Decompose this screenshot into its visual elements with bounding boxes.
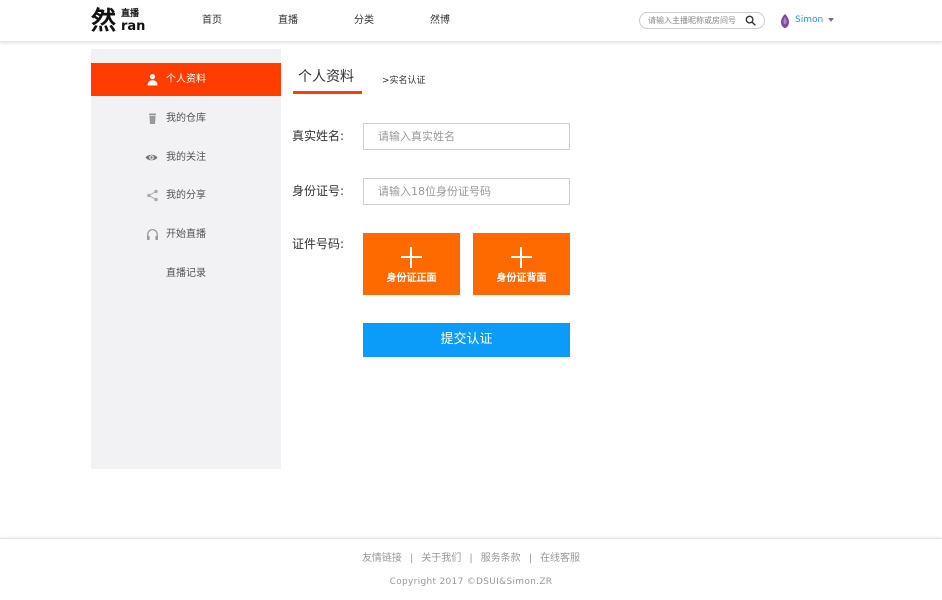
nav-home[interactable]: 首页 — [202, 14, 222, 28]
tab-active-indicator — [293, 91, 362, 94]
doc-label: 证件号码: — [292, 237, 345, 251]
avatar[interactable] — [778, 13, 792, 29]
top-header: 然 直播 ran 首页 直播 分类 然博 Simon — [0, 0, 942, 42]
sidebar-item-label: 个人资料 — [166, 74, 206, 85]
sidebar-item-share[interactable]: 我的分享 — [91, 179, 281, 212]
plus-icon — [520, 247, 522, 268]
footer-link-friends[interactable]: 友情链接 — [362, 552, 402, 566]
logo-main-char: 然 — [91, 6, 117, 35]
sidebar-item-label: 开始直播 — [166, 229, 206, 240]
sidebar-item-label: 我的关注 — [166, 152, 206, 163]
search-box — [639, 12, 765, 29]
plus-icon — [410, 247, 412, 268]
sidebar-item-follow[interactable]: 我的关注 — [91, 141, 281, 174]
upload-label: 身份证背面 — [496, 273, 547, 284]
logo[interactable]: 然 直播 ran — [91, 6, 149, 36]
sidebar-item-label: 我的分享 — [166, 190, 206, 201]
username[interactable]: Simon — [795, 14, 823, 26]
upload-id-front-button[interactable]: 身份证正面 — [363, 233, 460, 295]
sidebar-item-label: 我的仓库 — [166, 113, 206, 124]
nav-ranbo[interactable]: 然博 — [430, 14, 450, 28]
nav-category[interactable]: 分类 — [354, 14, 374, 28]
search-input[interactable] — [648, 14, 746, 27]
name-label: 真实姓名: — [292, 129, 345, 143]
submit-auth-button[interactable]: 提交认证 — [363, 323, 570, 357]
sidebar-item-warehouse[interactable]: 我的仓库 — [91, 102, 281, 135]
copyright: Copyright 2017 ©DSUI&Simon.ZR — [389, 577, 553, 587]
search-icon[interactable] — [745, 15, 756, 26]
nav-live[interactable]: 直播 — [278, 14, 298, 28]
id-label: 身份证号: — [292, 184, 345, 198]
sidebar-item-label: 直播记录 — [166, 268, 206, 279]
trash-icon — [149, 113, 156, 124]
footer-link-about[interactable]: 关于我们 — [421, 552, 461, 566]
upload-label: 身份证正面 — [386, 273, 437, 284]
sidebar-item-start-live[interactable]: 开始直播 — [91, 218, 281, 251]
upload-id-back-button[interactable]: 身份证背面 — [473, 233, 570, 295]
headphones-icon — [147, 228, 158, 240]
name-field-box — [363, 123, 570, 150]
footer-separator: | — [409, 553, 414, 564]
footer-separator: | — [469, 553, 473, 564]
sidebar-item-live-records[interactable]: 直播记录 — [91, 257, 281, 290]
eye-icon — [145, 154, 158, 161]
tab-real-name-auth[interactable]: >实名认证 — [382, 75, 426, 87]
footer: 友情链接 | 关于我们 | 服务条款 | 在线客服 Copyright 2017 ©DSUI… — [0, 538, 942, 600]
footer-links: 友情链接 | 关于我们 | 服务条款 | 在线客服 — [0, 552, 942, 566]
user-icon — [147, 74, 158, 86]
tab-personal-info[interactable]: 个人资料 — [298, 68, 354, 86]
name-field[interactable] — [364, 124, 569, 149]
id-number-field[interactable] — [364, 179, 569, 204]
sidebar: 个人资料 我的仓库 我的关注 我的分享 开始直播 直播记录 — [91, 49, 281, 469]
footer-separator: | — [528, 553, 533, 564]
footer-link-support[interactable]: 在线客服 — [540, 552, 580, 566]
logo-ran-text: ran — [121, 19, 146, 34]
footer-link-terms[interactable]: 服务条款 — [481, 552, 521, 566]
sidebar-item-profile[interactable]: 个人资料 — [91, 63, 281, 96]
id-field-box — [363, 178, 570, 205]
chevron-down-icon[interactable] — [828, 18, 834, 22]
share-icon — [147, 189, 158, 202]
